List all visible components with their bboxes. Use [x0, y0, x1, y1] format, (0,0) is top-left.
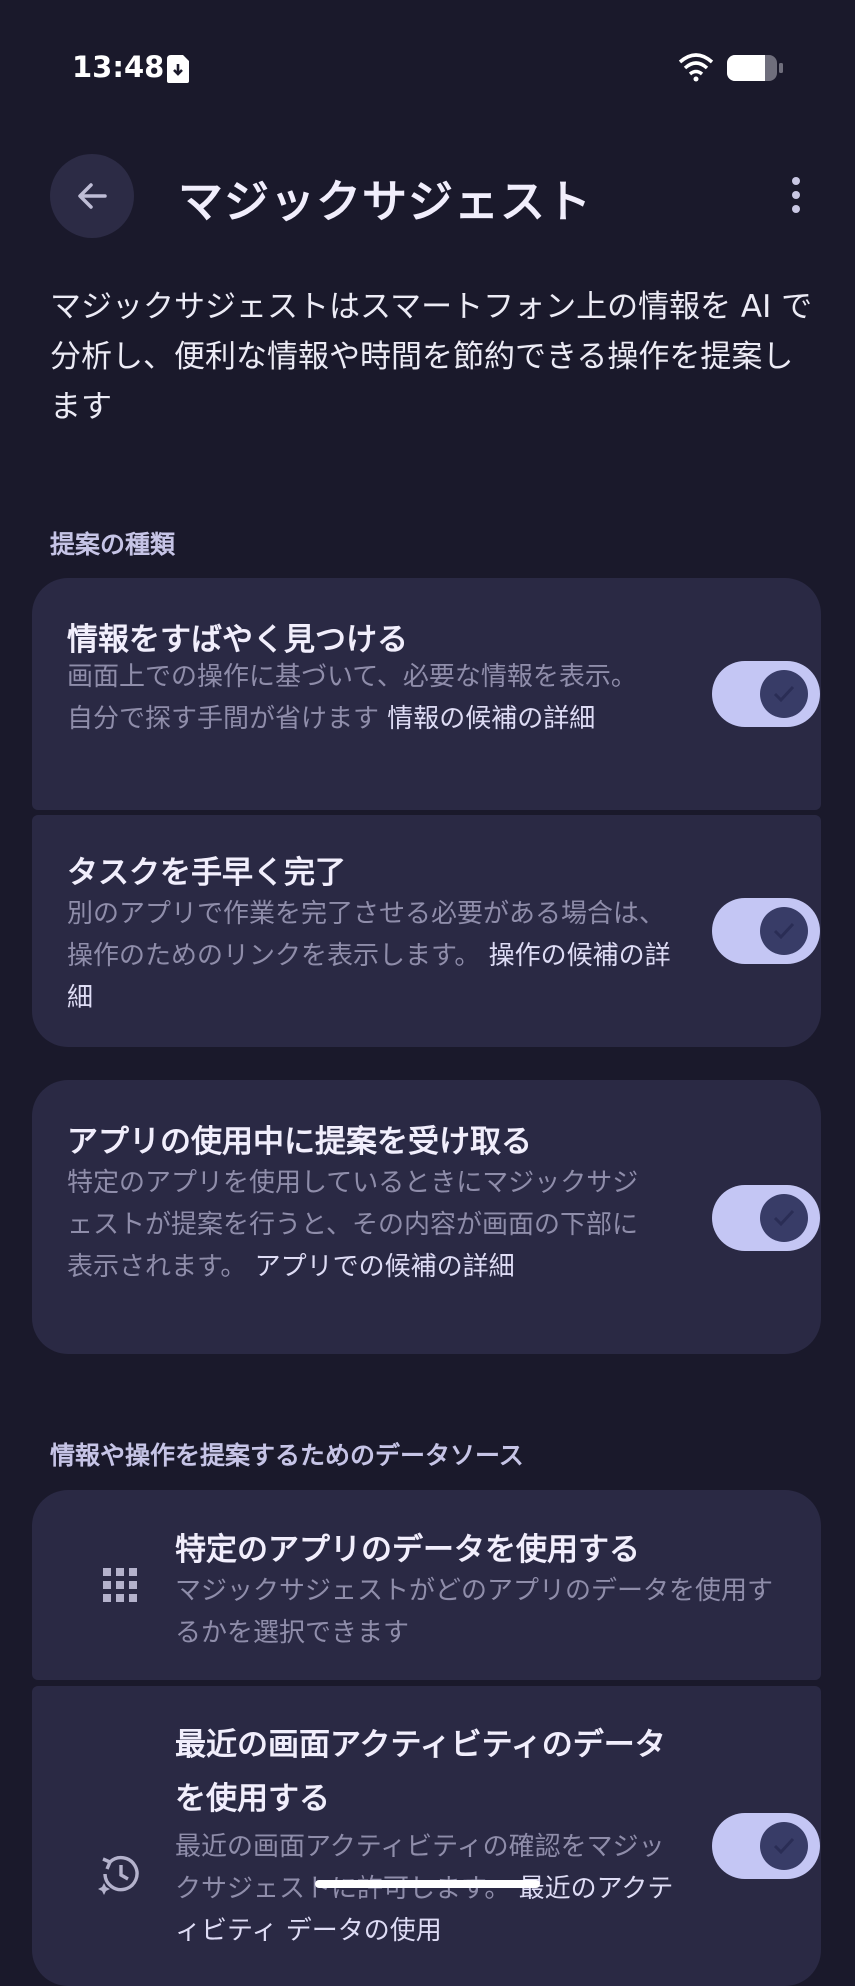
find-info-toggle[interactable]	[712, 661, 820, 727]
more-vert-icon	[792, 177, 800, 213]
setting-description: 最近の画面アクティビティの確認をマジックサジェストに許可します。 最近のアクティ…	[175, 1826, 685, 1952]
section-header-data-sources: 情報や操作を提案するためのデータソース	[50, 1441, 524, 1470]
setting-title: アプリの使用中に提案を受け取る	[67, 1124, 532, 1160]
recent-activity-toggle[interactable]	[712, 1813, 820, 1879]
setting-specific-app-data[interactable]: 特定のアプリのデータを使用する マジックサジェストがどのアプリのデータを使用する…	[32, 1490, 821, 1680]
battery-icon	[726, 54, 784, 82]
history-icon	[90, 1844, 150, 1904]
setting-title: 最近の画面アクティビティのデータを使用する	[175, 1727, 666, 1817]
sim-card-icon	[166, 54, 190, 84]
setting-title: タスクを手早く完了	[67, 855, 346, 891]
in-app-suggestions-toggle[interactable]	[712, 1185, 820, 1251]
finish-tasks-toggle[interactable]	[712, 898, 820, 964]
wifi-icon	[678, 52, 714, 82]
setting-description: 別のアプリで作業を完了させる必要がある場合は、操作のためのリンクを表示します。 …	[67, 893, 687, 1019]
section-header-suggestion-types: 提案の種類	[50, 530, 176, 559]
status-time: 13:48	[72, 50, 165, 84]
setting-description: 画面上での操作に基づいて、必要な情報を表示。自分で探す手間が省けます 情報の候補…	[67, 656, 657, 740]
setting-in-app-suggestions[interactable]: アプリの使用中に提案を受け取る 特定のアプリを使用しているときにマジックサジェス…	[32, 1080, 821, 1354]
toggle-thumb	[760, 1194, 808, 1242]
learn-more-link[interactable]: 情報の候補の詳細	[387, 704, 595, 734]
setting-recent-screen-activity[interactable]: 最近の画面アクティビティのデータを使用する 最近の画面アクティビティの確認をマジ…	[32, 1686, 821, 1986]
check-icon	[773, 1837, 795, 1855]
page-title: マジックサジェスト	[178, 175, 593, 228]
toggle-thumb	[760, 670, 808, 718]
more-options-button[interactable]	[778, 170, 814, 220]
arrow-back-icon	[78, 183, 107, 209]
status-bar: 13:48	[0, 0, 855, 130]
learn-more-link[interactable]: アプリでの候補の詳細	[255, 1252, 515, 1282]
check-icon	[773, 922, 795, 940]
setting-description: 特定のアプリを使用しているときにマジックサジェストが提案を行うと、その内容が画面…	[67, 1162, 662, 1288]
apps-grid-icon	[90, 1555, 150, 1615]
setting-description: マジックサジェストがどのアプリのデータを使用するかを選択できます	[175, 1576, 774, 1648]
intro-text: マジックサジェストはスマートフォン上の情報を AI で分析し、便利な情報や時間を…	[50, 289, 813, 425]
setting-title: 特定のアプリのデータを使用する	[175, 1532, 640, 1568]
toggle-thumb	[760, 907, 808, 955]
setting-find-info[interactable]: 情報をすばやく見つける 画面上での操作に基づいて、必要な情報を表示。自分で探す手…	[32, 578, 821, 810]
gesture-navigation-bar[interactable]	[315, 1880, 540, 1888]
back-button[interactable]	[50, 154, 134, 238]
setting-title: 情報をすばやく見つける	[67, 622, 408, 658]
check-icon	[773, 685, 795, 703]
toggle-thumb	[760, 1822, 808, 1870]
setting-finish-tasks[interactable]: タスクを手早く完了 別のアプリで作業を完了させる必要がある場合は、操作のためのリ…	[32, 815, 821, 1047]
check-icon	[773, 1209, 795, 1227]
